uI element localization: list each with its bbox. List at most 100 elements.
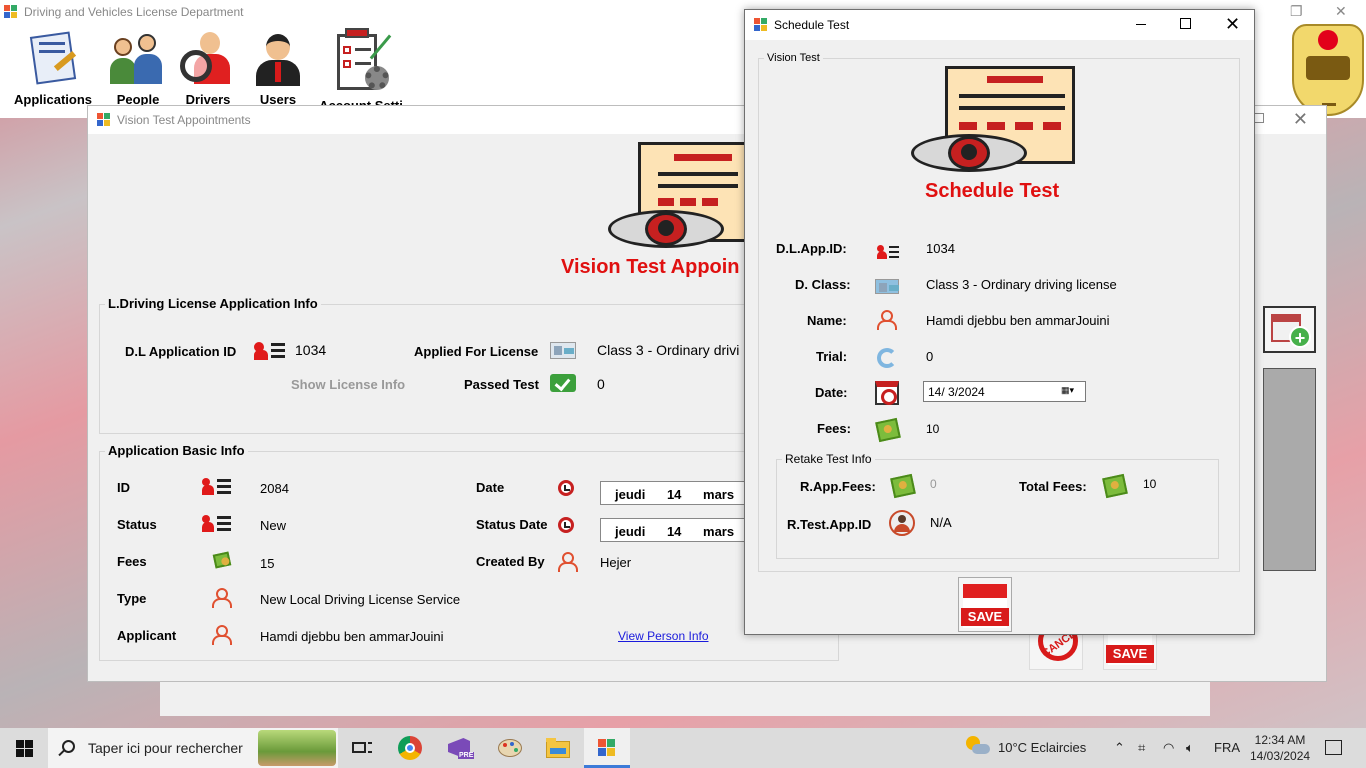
- created-by-label: Created By: [476, 554, 545, 569]
- toolbar-applications[interactable]: Applications: [14, 28, 92, 107]
- appointments-grid[interactable]: [1263, 368, 1316, 571]
- main-window-bottom-area: [160, 682, 1210, 716]
- type-label: Type: [117, 591, 147, 606]
- vision-test-group-title: Vision Test: [764, 52, 823, 64]
- taskbar: Taper ici pour rechercher PRE 10°C Eclai…: [0, 728, 1366, 768]
- id-card-icon: [877, 245, 899, 259]
- wifi-icon[interactable]: ◠: [1163, 740, 1174, 756]
- status-label: Status: [117, 517, 157, 532]
- applications-icon: [23, 28, 83, 88]
- minimize-icon[interactable]: [1136, 24, 1146, 25]
- r-app-fees-label: R.App.Fees:: [800, 479, 876, 494]
- license-info-group-title: L.Driving License Application Info: [105, 296, 321, 311]
- retake-test-info-group: [776, 459, 1219, 559]
- tunisia-emblem-logo: [1292, 24, 1364, 116]
- clock-date: 14/03/2024: [1250, 749, 1311, 763]
- dl-application-id-label: D.L Application ID: [125, 344, 237, 359]
- date-label: Date: [476, 480, 505, 495]
- task-view-icon[interactable]: [348, 734, 376, 762]
- toolbar-account-settings[interactable]: Account Setti: [316, 28, 406, 110]
- fees-label: Fees:: [817, 421, 851, 436]
- maximize-icon[interactable]: [1180, 18, 1191, 29]
- calendar-icon: [875, 381, 899, 405]
- r-test-app-id-label: R.Test.App.ID: [787, 517, 872, 532]
- taskbar-clock[interactable]: 12:34 AM 14/03/2024: [1250, 732, 1310, 764]
- weather-text[interactable]: 10°C Eclaircies: [998, 740, 1086, 755]
- d-class-label: D. Class:: [795, 277, 851, 292]
- name-value: Hamdi djebbu ben ammarJouini: [926, 313, 1110, 328]
- toolbar-people[interactable]: People: [108, 28, 168, 107]
- toolbar-drivers[interactable]: Drivers: [178, 28, 238, 107]
- fees-value: 15: [260, 556, 275, 571]
- windows-start-icon[interactable]: [16, 740, 33, 757]
- notifications-icon[interactable]: [1325, 740, 1342, 755]
- person-icon: [211, 625, 232, 645]
- id-card-icon: [202, 515, 232, 533]
- show-license-info-link[interactable]: Show License Info: [291, 377, 405, 392]
- total-fees-value: 10: [1143, 477, 1157, 491]
- plus-icon: +: [1289, 326, 1311, 348]
- type-value: New Local Driving License Service: [260, 592, 461, 607]
- r-test-app-id-value: N/A: [930, 515, 952, 530]
- chevron-up-icon[interactable]: ⌃: [1114, 740, 1125, 756]
- network-settings-icon[interactable]: ⌗: [1138, 740, 1145, 756]
- language-indicator[interactable]: FRA: [1214, 740, 1240, 755]
- status-date-label: Status Date: [476, 517, 548, 532]
- maximize-icon[interactable]: [1254, 113, 1264, 123]
- taskbar-active-app[interactable]: [584, 728, 630, 768]
- app-icon: [4, 5, 18, 19]
- toolbar-users[interactable]: Users: [248, 28, 308, 107]
- fees-label: Fees: [117, 554, 147, 569]
- date-picker[interactable]: jeudi 14 mars: [600, 481, 760, 505]
- fees-value: 10: [926, 422, 940, 436]
- file-explorer-icon[interactable]: [544, 734, 572, 762]
- schedule-dialog-title: Schedule Test: [774, 18, 850, 32]
- license-card-icon: [875, 279, 899, 294]
- vision-test-icon: [608, 142, 748, 248]
- users-icon: [248, 28, 308, 88]
- drivers-icon: [178, 28, 238, 88]
- id-label: ID: [117, 480, 130, 495]
- taskbar-search-box[interactable]: Taper ici pour rechercher: [48, 728, 338, 768]
- name-label: Name:: [807, 313, 847, 328]
- person-icon: [876, 310, 900, 334]
- d-class-value: Class 3 - Ordinary driving license: [926, 277, 1117, 292]
- appointments-heading: Vision Test Appoin: [561, 256, 740, 278]
- license-info-group: [99, 304, 779, 434]
- appointments-window-title: Vision Test Appointments: [117, 113, 251, 127]
- date-label: Date:: [815, 385, 848, 400]
- applicant-label: Applicant: [117, 628, 177, 643]
- status-date-picker[interactable]: jeudi 14 mars: [600, 518, 760, 542]
- app-icon: [754, 18, 768, 32]
- id-value: 2084: [260, 481, 289, 496]
- close-icon[interactable]: ✕: [1225, 14, 1240, 35]
- add-appointment-button[interactable]: +: [1263, 306, 1316, 353]
- volume-icon[interactable]: 🔈︎: [1186, 740, 1194, 756]
- account-settings-icon: [321, 28, 401, 100]
- r-app-fees-value: 0: [930, 477, 937, 491]
- test-date-picker[interactable]: 14/ 3/2024 ▦▾: [923, 381, 1086, 402]
- close-icon[interactable]: ✕: [1335, 3, 1347, 20]
- app-icon: [97, 113, 111, 127]
- basic-info-group-title: Application Basic Info: [105, 443, 248, 458]
- search-highlight-image: [258, 730, 336, 766]
- main-window-title: Driving and Vehicles License Department: [24, 5, 244, 19]
- retake-group-title: Retake Test Info: [782, 452, 875, 466]
- clock-time: 12:34 AM: [1254, 733, 1306, 747]
- chrome-icon[interactable]: [396, 734, 424, 762]
- dvld-app-icon: [598, 739, 616, 757]
- clock-icon: [558, 517, 574, 533]
- license-card-icon: [550, 342, 576, 359]
- paint-icon[interactable]: [496, 734, 524, 762]
- dl-application-id-value: 1034: [295, 342, 327, 358]
- schedule-test-icon: [911, 66, 1076, 174]
- restore-icon[interactable]: ❐: [1290, 3, 1303, 20]
- passed-test-value: 0: [597, 376, 605, 392]
- id-card-icon: [254, 342, 285, 360]
- total-fees-label: Total Fees:: [1019, 479, 1087, 494]
- view-person-info-link[interactable]: View Person Info: [618, 629, 709, 643]
- calendar-dropdown-icon[interactable]: ▦▾: [1061, 385, 1083, 398]
- save-button[interactable]: SAVE: [958, 577, 1012, 632]
- close-icon[interactable]: ✕: [1293, 109, 1308, 130]
- visual-studio-icon[interactable]: PRE: [446, 734, 475, 762]
